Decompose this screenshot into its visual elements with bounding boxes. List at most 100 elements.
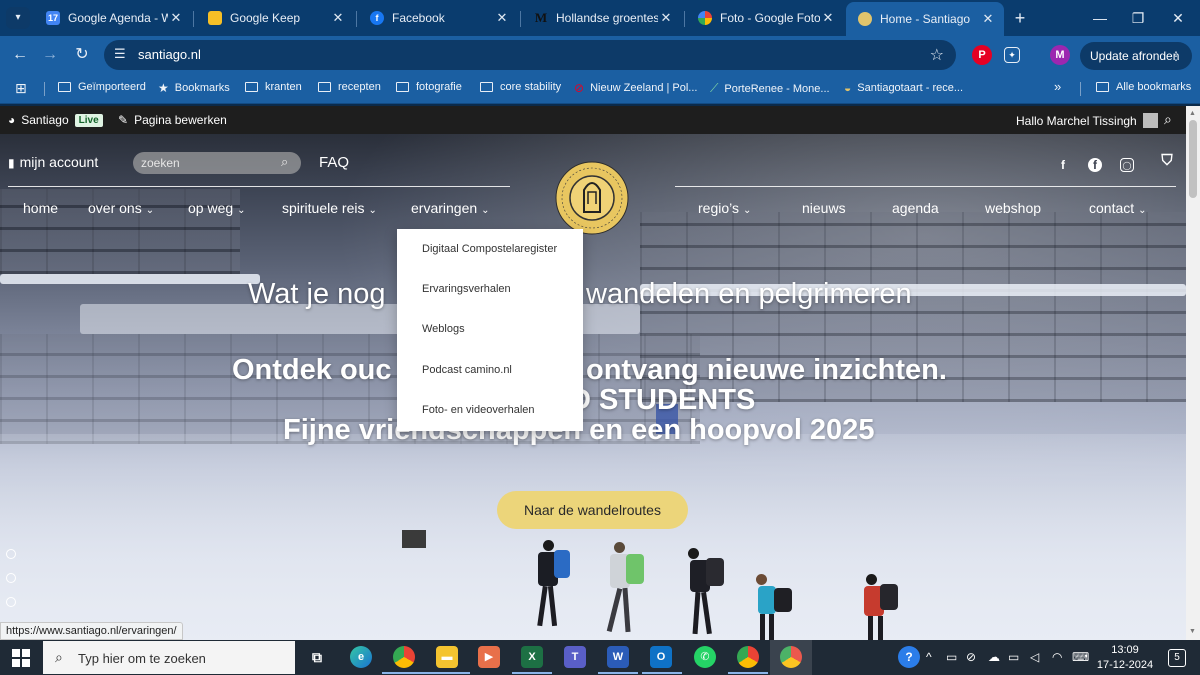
- account-greeting[interactable]: Hallo Marchel Tissingh: [1016, 113, 1158, 128]
- task-view-icon[interactable]: ⧉: [306, 646, 328, 668]
- menu-dots-icon[interactable]: ⋮: [1170, 42, 1182, 70]
- update-button[interactable]: Update afronden ⋮: [1080, 42, 1192, 70]
- bookmark-kranten[interactable]: kranten: [245, 81, 302, 93]
- menu-item-digitaal-compostelaregister[interactable]: Digitaal Compostelaregister: [422, 243, 557, 255]
- site-name[interactable]: Santiago: [21, 113, 68, 127]
- outlook-icon[interactable]: O: [650, 646, 672, 668]
- windows-start-icon[interactable]: [12, 649, 30, 667]
- slider-dot[interactable]: [6, 597, 16, 607]
- help-icon[interactable]: ?: [898, 646, 920, 668]
- nav-op-weg[interactable]: op weg ⌄: [188, 200, 246, 216]
- bookmark-star-icon[interactable]: ☆: [930, 45, 944, 65]
- nav-agenda[interactable]: agenda: [892, 200, 939, 216]
- close-icon[interactable]: ✕: [494, 10, 510, 26]
- faq-link[interactable]: FAQ: [319, 154, 349, 171]
- keyboard-icon[interactable]: ⌨: [1072, 650, 1089, 664]
- facebook-square-icon[interactable]: f: [1056, 158, 1070, 172]
- word-icon[interactable]: W: [607, 646, 629, 668]
- edit-page-link[interactable]: ✎ Pagina bewerken: [118, 113, 227, 127]
- chrome-icon[interactable]: [393, 646, 415, 668]
- genootschap-logo[interactable]: [554, 160, 630, 236]
- network-off-icon[interactable]: ⊘: [966, 650, 976, 664]
- site-search-input[interactable]: [133, 152, 301, 174]
- greeting-text[interactable]: Hallo Marchel Tissingh: [1016, 114, 1137, 128]
- close-icon[interactable]: ✕: [658, 10, 674, 26]
- minimize-button[interactable]: —: [1086, 6, 1114, 30]
- edit-page-label[interactable]: Pagina bewerken: [134, 113, 227, 127]
- tab-facebook[interactable]: f Facebook ✕: [358, 4, 518, 32]
- close-icon[interactable]: ✕: [330, 10, 346, 26]
- close-icon[interactable]: ✕: [980, 11, 996, 27]
- whatsapp-icon[interactable]: ✆: [694, 646, 716, 668]
- close-window-button[interactable]: ✕: [1164, 6, 1192, 30]
- url-text[interactable]: santiago.nl: [138, 47, 201, 62]
- instagram-icon[interactable]: ◯: [1120, 158, 1134, 172]
- reload-button[interactable]: ↻: [70, 43, 94, 67]
- page-scrollbar[interactable]: ▲ ▼: [1186, 106, 1200, 640]
- bookmark-nieuw-zeeland[interactable]: ⊘ Nieuw Zeeland | Pol...: [574, 81, 697, 95]
- extensions-icon[interactable]: ✦: [1004, 47, 1020, 63]
- chrome-profile-icon[interactable]: [737, 646, 759, 668]
- excel-icon[interactable]: X: [521, 646, 543, 668]
- taskbar-search[interactable]: ⌕ Typ hier om te zoeken: [43, 641, 295, 674]
- tab-google-fotos[interactable]: Foto - Google Foto's ✕: [686, 4, 844, 32]
- apps-grid-icon[interactable]: ⊞: [15, 80, 27, 97]
- admin-search-icon[interactable]: ⌕: [1164, 111, 1172, 128]
- nav-regios[interactable]: regio’s ⌄: [698, 200, 751, 216]
- facebook-circle-icon[interactable]: f: [1088, 158, 1102, 172]
- close-icon[interactable]: ✕: [168, 10, 184, 26]
- teams-icon[interactable]: T: [564, 646, 586, 668]
- shopping-basket-icon[interactable]: ⛉: [1160, 153, 1174, 168]
- notification-icon[interactable]: 5: [1168, 649, 1186, 667]
- admin-site-link[interactable]: ◕ Santiago Live: [8, 113, 103, 127]
- device-icon[interactable]: ▭: [946, 650, 957, 664]
- slider-dot[interactable]: [6, 549, 16, 559]
- close-icon[interactable]: ✕: [820, 10, 836, 26]
- battery-icon[interactable]: ▭: [1008, 650, 1019, 664]
- restore-button[interactable]: ❐: [1124, 6, 1152, 30]
- nav-home[interactable]: home: [23, 200, 58, 216]
- forward-button[interactable]: →: [38, 43, 62, 67]
- menu-item-foto-videoverhalen[interactable]: Foto- en videoverhalen: [422, 404, 535, 416]
- nav-nieuws[interactable]: nieuws: [802, 200, 846, 216]
- search-icon[interactable]: ⌕: [281, 154, 288, 170]
- taskbar-clock[interactable]: 13:09 17-12-2024: [1094, 643, 1156, 673]
- scroll-down-icon[interactable]: ▼: [1189, 628, 1196, 635]
- more-bookmarks-chevron-icon[interactable]: »: [1054, 79, 1061, 94]
- tab-google-keep[interactable]: Google Keep ✕: [196, 4, 354, 32]
- cloud-icon[interactable]: ☁: [988, 650, 1000, 664]
- bookmark-recepten[interactable]: recepten: [318, 81, 381, 93]
- avatar[interactable]: [1142, 113, 1158, 128]
- bookmark-fotografie[interactable]: fotografie: [396, 81, 462, 93]
- media-player-icon[interactable]: ▶: [478, 646, 500, 668]
- address-bar[interactable]: ☰ santiago.nl ☆: [104, 40, 956, 70]
- menu-item-podcast[interactable]: Podcast camino.nl: [422, 364, 512, 376]
- bookmark-geimporteerd[interactable]: Geïmporteerd: [58, 81, 146, 93]
- walking-routes-button[interactable]: Naar de wandelroutes: [497, 491, 688, 529]
- nav-over-ons[interactable]: over ons ⌄: [88, 200, 154, 216]
- my-account-link[interactable]: ▮ mijn account: [8, 154, 98, 170]
- nav-spirituele-reis[interactable]: spirituele reis ⌄: [282, 200, 377, 216]
- slider-dot[interactable]: [6, 573, 16, 583]
- scrollbar-thumb[interactable]: [1189, 120, 1197, 198]
- tab-search-button[interactable]: ▾: [6, 7, 30, 29]
- site-info-icon[interactable]: ☰: [114, 46, 126, 62]
- edge-icon[interactable]: e: [350, 646, 372, 668]
- nav-ervaringen[interactable]: ervaringen ⌄: [411, 200, 490, 216]
- volume-icon[interactable]: ◁: [1030, 650, 1039, 664]
- bookmark-santiagotaart[interactable]: ◒ Santiagotaart - rece...: [844, 81, 963, 95]
- scroll-up-icon[interactable]: ▲: [1189, 110, 1196, 117]
- tab-google-agenda[interactable]: 17 Google Agenda - We ✕: [34, 4, 192, 32]
- menu-item-weblogs[interactable]: Weblogs: [422, 323, 465, 335]
- back-button[interactable]: ←: [8, 43, 32, 67]
- tab-hollandse-groentesoep[interactable]: M Hollandse groenteso ✕: [522, 4, 682, 32]
- bookmark-all-bookmarks[interactable]: Alle bookmarks: [1096, 81, 1191, 93]
- tab-home-santiago[interactable]: Home - Santiago ✕: [846, 2, 1004, 36]
- bookmark-core-stability[interactable]: core stability: [480, 81, 561, 93]
- new-tab-button[interactable]: +: [1006, 6, 1034, 30]
- file-explorer-icon[interactable]: ▬: [436, 646, 458, 668]
- bookmark-porterenee[interactable]: ⟋ PorteRenee - Mone...: [710, 81, 830, 96]
- menu-item-ervaringsverhalen[interactable]: Ervaringsverhalen: [422, 283, 511, 295]
- profile-avatar[interactable]: M: [1050, 45, 1070, 65]
- chevron-up-icon[interactable]: ^: [926, 650, 932, 664]
